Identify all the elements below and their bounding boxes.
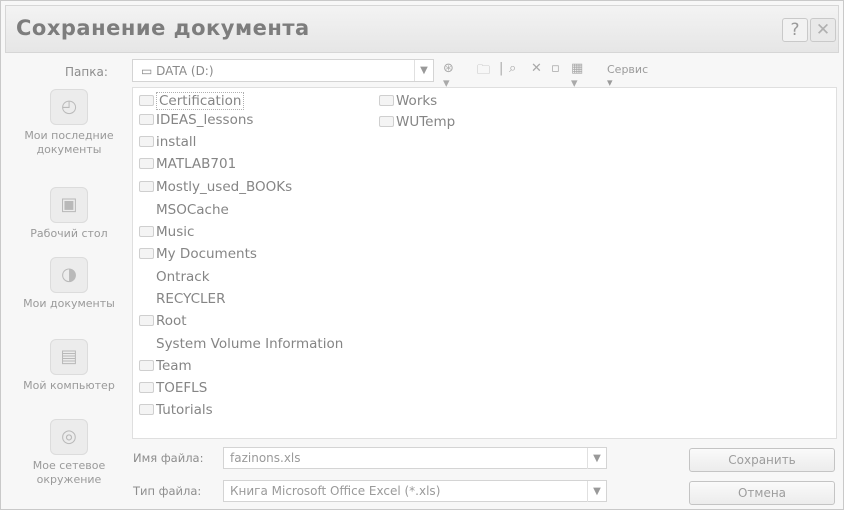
- hidden-folder-icon: [139, 271, 154, 282]
- list-item[interactable]: Team: [139, 357, 192, 375]
- filename-label: Имя файла:: [133, 451, 204, 465]
- place-my-documents[interactable]: ◑ Мои документы: [9, 257, 129, 311]
- search-web-icon[interactable]: ⌕: [509, 61, 516, 76]
- close-button[interactable]: ✕: [810, 18, 836, 42]
- save-button[interactable]: Сохранить: [689, 448, 835, 472]
- folder-label: Папка:: [65, 65, 108, 79]
- folder-icon: [139, 136, 154, 147]
- hidden-folder-icon: [139, 293, 154, 304]
- list-item[interactable]: System Volume Information: [139, 335, 343, 353]
- network-places-icon: ◎: [50, 419, 88, 455]
- drive-icon: ▭: [141, 64, 157, 78]
- folder-icon: [139, 248, 154, 259]
- folder-icon: [139, 114, 154, 125]
- list-item[interactable]: install: [139, 133, 196, 151]
- list-item[interactable]: My Documents: [139, 245, 257, 263]
- filetype-select[interactable]: Книга Microsoft Office Excel (*.xls) ▼: [223, 480, 607, 502]
- place-desktop[interactable]: ▣ Рабочий стол: [9, 187, 129, 241]
- title-bar: Сохранение документа ? ✕: [5, 5, 839, 53]
- place-label: Мои документы: [23, 297, 115, 310]
- service-menu[interactable]: Сервис ▾: [607, 63, 648, 89]
- list-item[interactable]: MATLAB701: [139, 155, 236, 173]
- folder-icon: [139, 226, 154, 237]
- folder-icon: [139, 382, 154, 393]
- folder-icon: [379, 95, 394, 106]
- toolbar-separator: |: [499, 61, 504, 76]
- folder-icon: [139, 315, 154, 326]
- my-computer-icon: ▤: [50, 339, 88, 375]
- places-bar: ◴ Мои последние документы ▣ Рабочий стол…: [9, 87, 129, 501]
- folder-icon: [139, 158, 154, 169]
- place-recent[interactable]: ◴ Мои последние документы: [9, 89, 129, 157]
- file-list[interactable]: Certification IDEAS_lessons install MATL…: [132, 87, 837, 439]
- place-label: Мои последние документы: [24, 129, 114, 156]
- folder-icon: [139, 95, 154, 106]
- list-item[interactable]: WUTemp: [379, 113, 455, 131]
- new-folder-icon[interactable]: ▫: [551, 61, 560, 76]
- list-item[interactable]: Ontrack: [139, 268, 210, 286]
- desktop-icon: ▣: [50, 187, 88, 223]
- list-item[interactable]: Works: [379, 92, 437, 110]
- up-folder-icon[interactable]: 🗀: [477, 61, 490, 83]
- folder-icon: [379, 116, 394, 127]
- filename-field[interactable]: fazinons.xls ▼: [223, 447, 607, 469]
- filetype-label: Тип файла:: [133, 484, 202, 498]
- list-item[interactable]: Certification: [139, 92, 245, 110]
- folder-icon: [139, 181, 154, 192]
- list-item[interactable]: Root: [139, 312, 187, 330]
- place-label: Мое сетевое окружение: [32, 459, 106, 486]
- place-label: Рабочий стол: [30, 227, 108, 240]
- help-button[interactable]: ?: [782, 18, 808, 42]
- folder-icon: [139, 360, 154, 371]
- delete-icon[interactable]: ✕: [531, 61, 542, 76]
- folder-select[interactable]: ▭ DATA (D:) ▼: [132, 59, 434, 82]
- recent-documents-icon: ◴: [50, 89, 88, 125]
- my-documents-icon: ◑: [50, 257, 88, 293]
- list-item[interactable]: TOEFLS: [139, 379, 207, 397]
- list-item[interactable]: Mostly_used_BOOKs: [139, 178, 292, 196]
- place-my-computer[interactable]: ▤ Мой компьютер: [9, 339, 129, 393]
- place-network[interactable]: ◎ Мое сетевое окружение: [9, 419, 129, 487]
- list-item[interactable]: IDEAS_lessons: [139, 111, 253, 129]
- hidden-folder-icon: [139, 204, 154, 215]
- save-dialog: Сохранение документа ? ✕ Папка: ▭ DATA (…: [0, 0, 844, 510]
- cancel-button[interactable]: Отмена: [689, 481, 835, 505]
- chevron-down-icon[interactable]: ▼: [587, 448, 606, 469]
- folder-select-value: ▭ DATA (D:): [141, 64, 214, 78]
- place-label: Мой компьютер: [23, 379, 115, 392]
- folder-icon: [139, 404, 154, 415]
- hidden-folder-icon: [139, 338, 154, 349]
- list-item[interactable]: Music: [139, 223, 194, 241]
- list-item[interactable]: RECYCLER: [139, 290, 225, 308]
- list-item[interactable]: MSOCache: [139, 201, 229, 219]
- list-item[interactable]: Tutorials: [139, 401, 213, 419]
- chevron-down-icon[interactable]: ▼: [414, 60, 433, 81]
- dialog-title: Сохранение документа: [16, 16, 310, 40]
- chevron-down-icon[interactable]: ▼: [587, 481, 606, 502]
